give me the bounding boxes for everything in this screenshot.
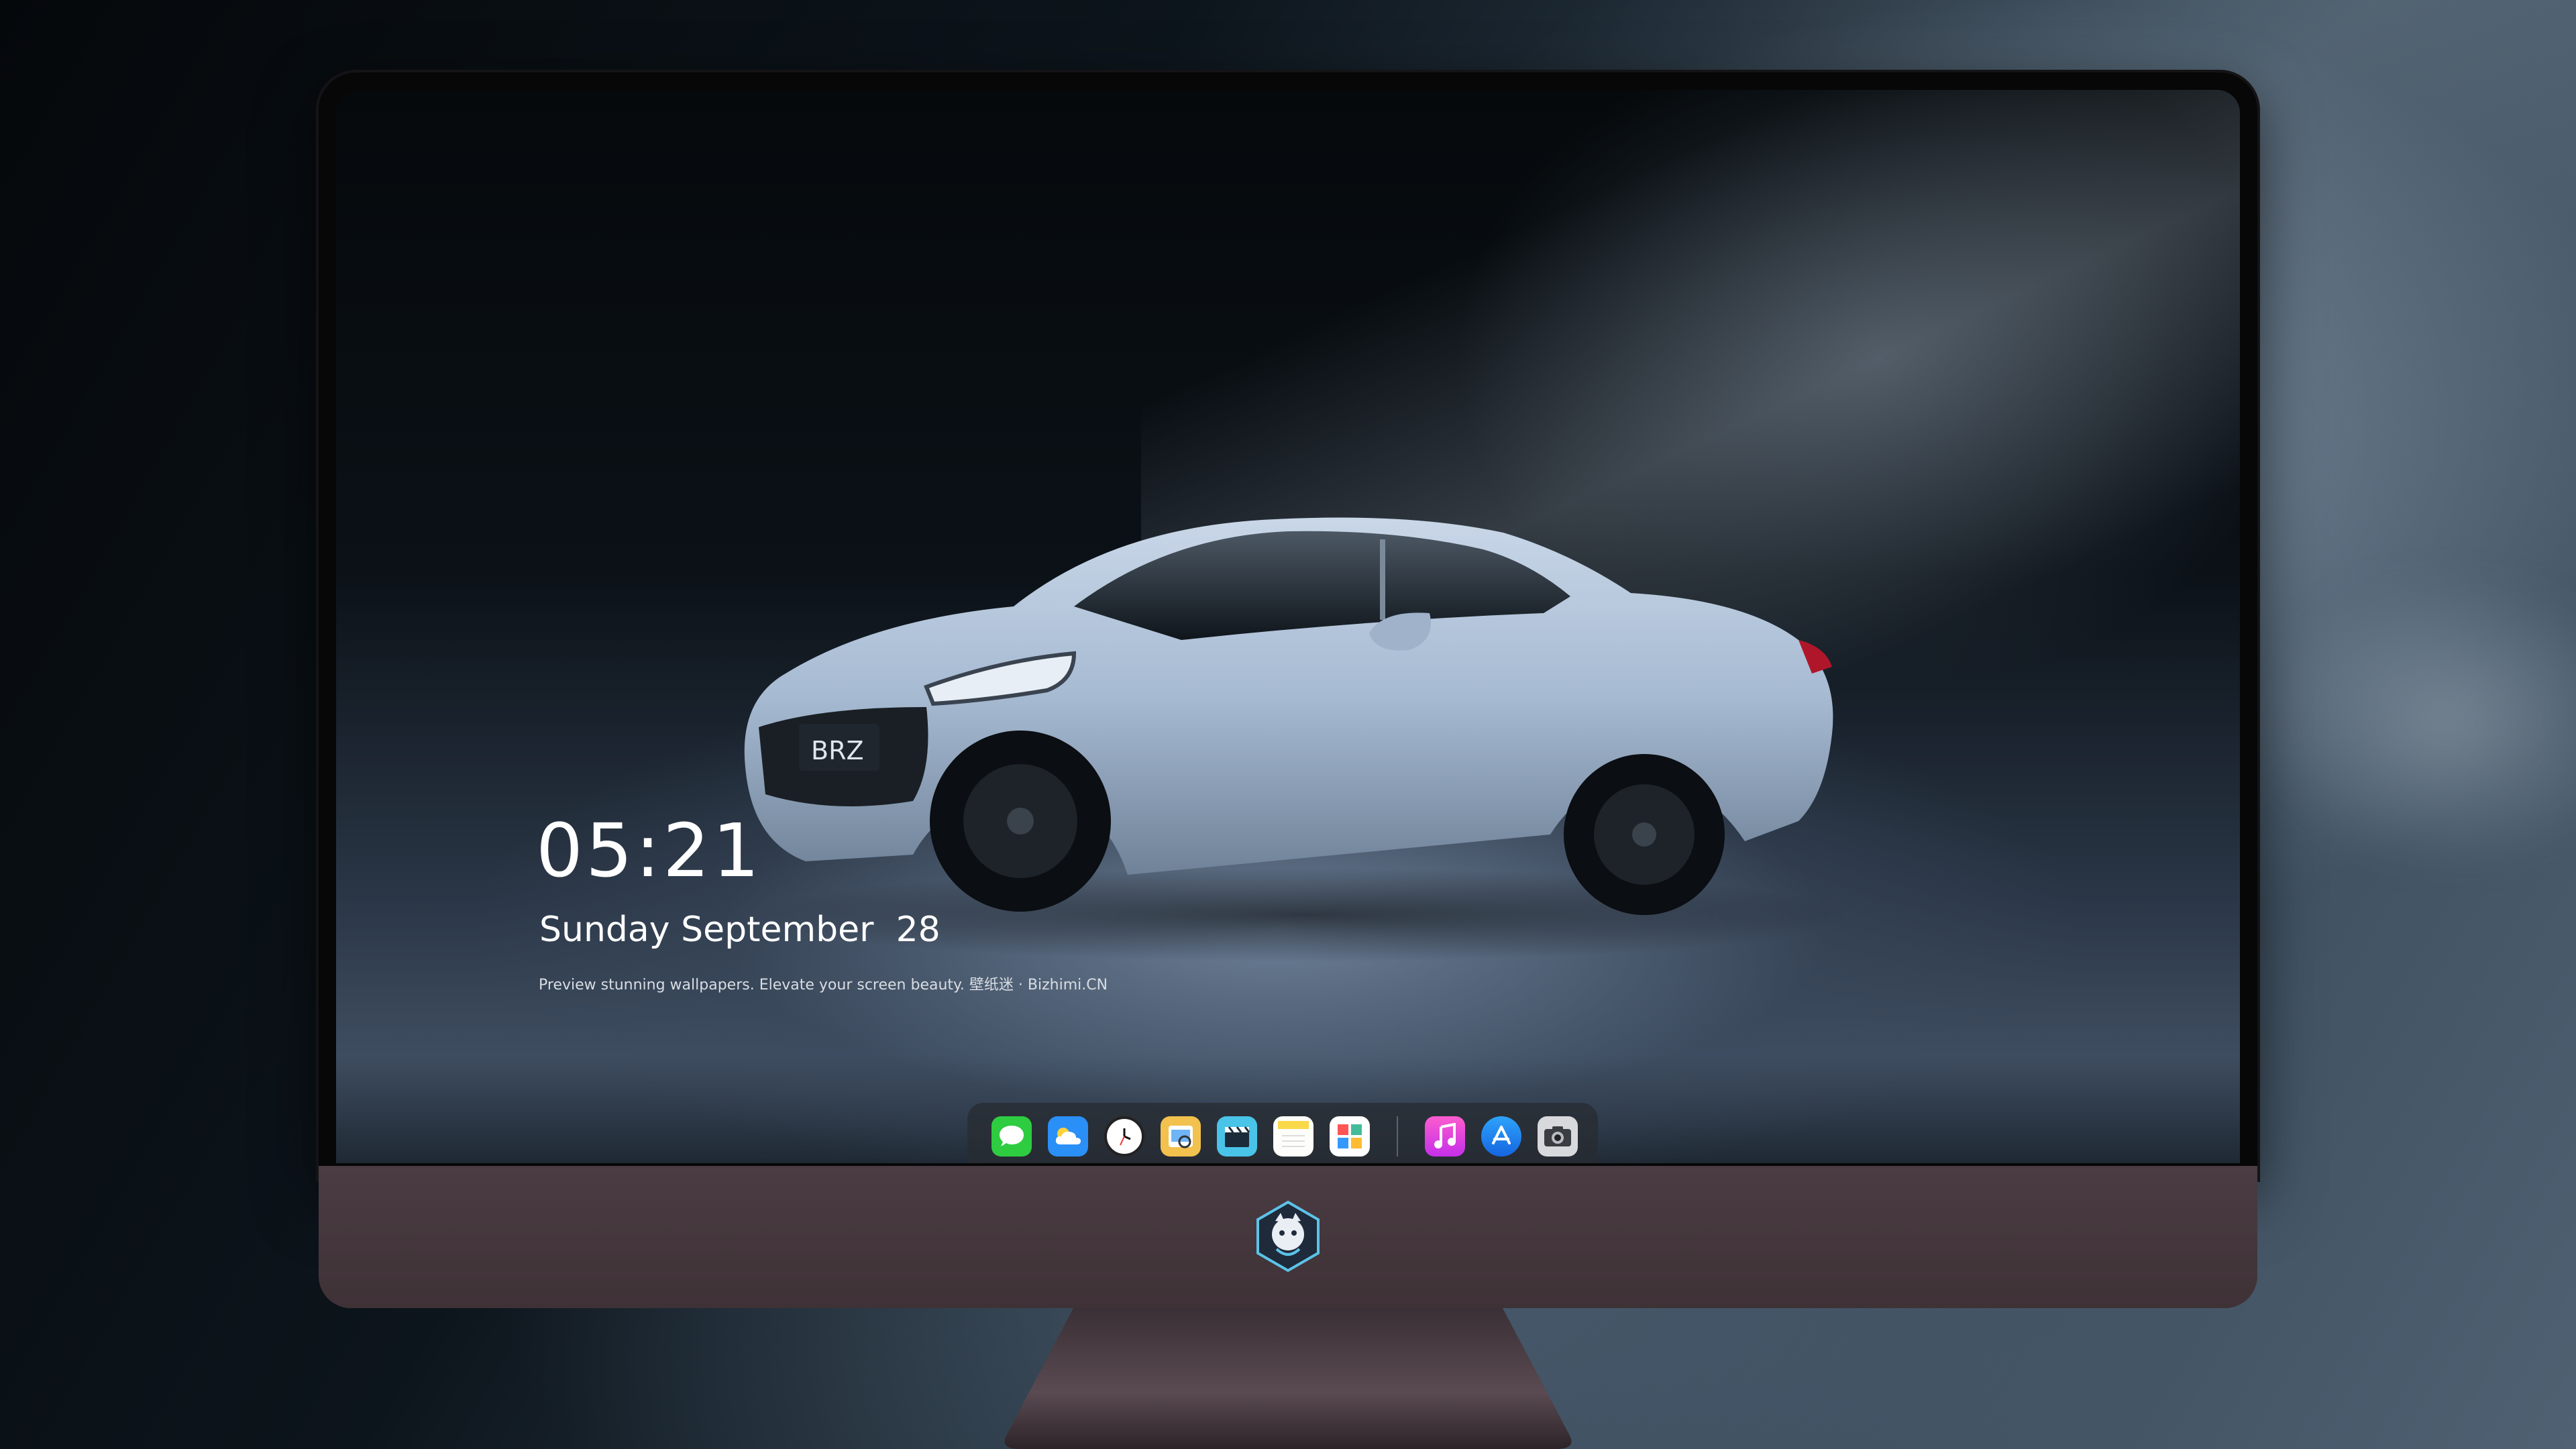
car-badge: BRZ bbox=[811, 736, 864, 765]
monitor-chin bbox=[319, 1166, 2257, 1308]
monitor: BRZ 05:21 Sunday September 28 Preview st… bbox=[319, 72, 2257, 1308]
camera-icon[interactable] bbox=[1538, 1116, 1578, 1157]
weather-icon[interactable] bbox=[1048, 1116, 1088, 1157]
clock-icon[interactable] bbox=[1104, 1116, 1144, 1157]
dock-separator bbox=[1397, 1116, 1398, 1157]
music-icon[interactable] bbox=[1425, 1116, 1465, 1157]
background: BRZ 05:21 Sunday September 28 Preview st… bbox=[0, 0, 2576, 1449]
desktop-screen: BRZ 05:21 Sunday September 28 Preview st… bbox=[336, 90, 2240, 1163]
messages-icon[interactable] bbox=[991, 1116, 1032, 1157]
wallpaper-tagline: Preview stunning wallpapers. Elevate you… bbox=[539, 977, 1108, 994]
final-cut-icon[interactable] bbox=[1217, 1116, 1257, 1157]
monitor-stand bbox=[1004, 1308, 1572, 1449]
background-blur bbox=[2247, 570, 2576, 872]
car-wallpaper: BRZ bbox=[744, 517, 1852, 962]
notes-icon[interactable] bbox=[1273, 1116, 1313, 1157]
mascot-logo-icon bbox=[1256, 1200, 1320, 1273]
lock-screen-clock: 05:21 bbox=[536, 808, 763, 894]
photos-app-icon[interactable] bbox=[1330, 1116, 1370, 1157]
app-store-icon[interactable] bbox=[1481, 1116, 1521, 1157]
lock-screen-date: Sunday September 28 bbox=[539, 910, 941, 950]
monitor-bezel: BRZ 05:21 Sunday September 28 Preview st… bbox=[319, 72, 2257, 1179]
dock bbox=[967, 1103, 1598, 1163]
preview-icon[interactable] bbox=[1161, 1116, 1201, 1157]
